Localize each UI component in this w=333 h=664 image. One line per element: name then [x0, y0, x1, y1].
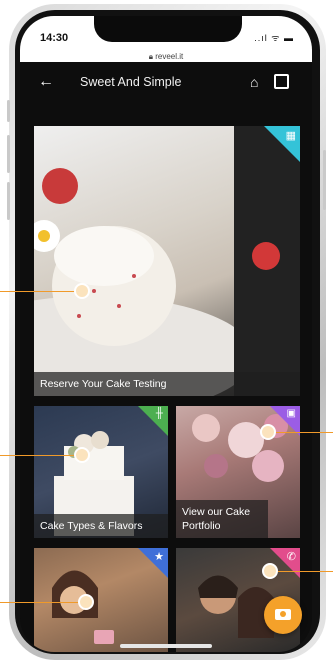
callout-dot-contact [262, 563, 278, 579]
tile-cake-types[interactable]: ╫ Cake Types & Flavors [34, 406, 168, 538]
home-icon[interactable]: ⌂ [250, 74, 258, 90]
arrow-left-icon[interactable]: ← [38, 73, 54, 91]
app-screen: 14:30 ..ıl ᯤ ▬ 🔒︎ reveel.it ← Sweet And … [20, 16, 312, 652]
image-icon: ▣ [286, 408, 296, 419]
callout-line-portfolio [270, 432, 333, 433]
notch [94, 16, 242, 42]
url-bar[interactable]: 🔒︎ reveel.it [20, 52, 312, 62]
callout-dot-reserve [74, 283, 90, 299]
callout-dot-portfolio [260, 424, 276, 440]
calendar-icon: ▦ [285, 130, 296, 142]
callout-dot-reviews [78, 594, 94, 610]
camera-fab-button[interactable] [264, 596, 302, 634]
status-indicators: ..ıl ᯤ ▬ [254, 33, 294, 43]
gallery-icon[interactable] [274, 74, 289, 89]
callout-line-contact [270, 571, 333, 572]
callout-line-cake-types [0, 455, 76, 456]
fork-knife-icon: ╫ [155, 408, 163, 419]
home-indicator [120, 644, 212, 648]
tile-cake-portfolio[interactable]: ▣ View our Cake Portfolio [176, 406, 300, 538]
callout-line-reviews [0, 602, 82, 603]
tile-caption: Cake Types & Flavors [34, 514, 168, 538]
side-button-volume-up [7, 135, 10, 173]
phone-icon: ✆ [286, 551, 296, 563]
url-text: reveel.it [155, 52, 184, 61]
cake-photo [34, 126, 300, 396]
callout-dot-cake-types [74, 447, 90, 463]
tile-caption: Reserve Your Cake Testing [34, 372, 300, 396]
app-bar: ← Sweet And Simple ⌂ [20, 64, 312, 102]
page-title: Sweet And Simple [80, 75, 182, 89]
callout-line-reserve [0, 291, 76, 292]
tile-caption: View our Cake Portfolio [176, 500, 268, 538]
status-time: 14:30 [40, 32, 69, 44]
side-button-mute [7, 100, 10, 122]
fork-knife-badge [138, 406, 168, 436]
tile-reviews[interactable]: ★ [34, 548, 168, 652]
star-icon: ★ [154, 551, 164, 563]
side-button-power [323, 150, 326, 210]
camera-icon [275, 609, 291, 620]
side-button-volume-down [7, 182, 10, 220]
tile-reserve-cake-testing[interactable]: ▦ Reserve Your Cake Testing [34, 126, 300, 396]
